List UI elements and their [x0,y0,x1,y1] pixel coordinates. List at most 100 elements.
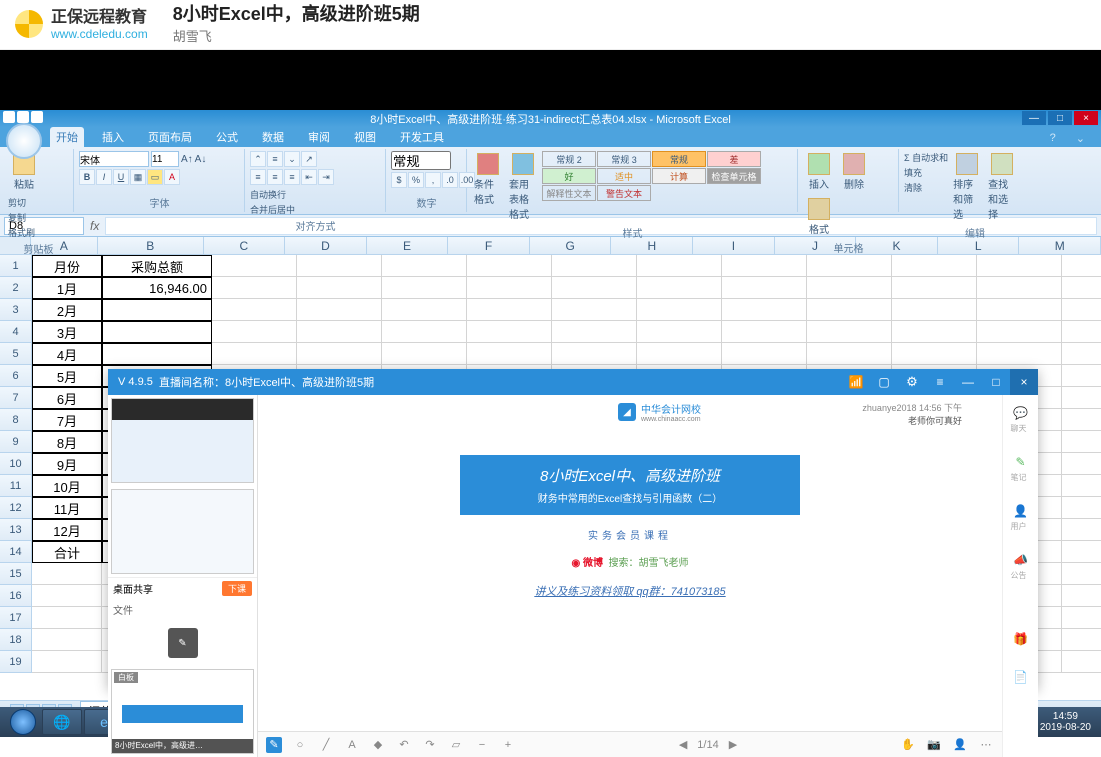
font-size-input[interactable] [151,151,179,167]
cell[interactable] [637,255,722,277]
currency-icon[interactable]: $ [391,172,407,188]
cell[interactable] [1062,387,1101,409]
row-header[interactable]: 17 [0,607,32,629]
doc-icon[interactable]: 📄 [1011,667,1031,687]
cell[interactable] [552,277,637,299]
number-format-select[interactable] [391,151,451,170]
cell[interactable] [722,277,807,299]
cell[interactable]: 7月 [32,409,102,431]
cell[interactable]: 5月 [32,365,102,387]
align-right-icon[interactable]: ≡ [284,169,300,185]
cell[interactable] [552,255,637,277]
cell[interactable] [807,299,892,321]
cell[interactable] [637,277,722,299]
cell[interactable] [1062,255,1101,277]
presentation-icon[interactable]: ▢ [870,369,898,395]
cell[interactable] [297,343,382,365]
cell[interactable] [722,299,807,321]
cell[interactable] [722,321,807,343]
invite-icon[interactable]: 👤 [952,737,968,753]
cell[interactable] [32,563,102,585]
minimize-button[interactable]: — [1022,111,1046,125]
text-tool-icon[interactable]: A [344,737,360,753]
cell[interactable] [1062,299,1101,321]
cell[interactable] [1062,651,1101,673]
note-icon[interactable]: ✎ [1011,452,1031,472]
hand-tool-icon[interactable]: ✋ [900,737,916,753]
cell[interactable] [32,651,102,673]
cell[interactable] [1062,585,1101,607]
cell[interactable] [297,321,382,343]
indent-dec-icon[interactable]: ⇤ [301,169,317,185]
cell[interactable] [977,255,1062,277]
underline-button[interactable]: U [113,169,129,185]
cell[interactable] [1062,365,1101,387]
cell[interactable] [212,321,297,343]
chat-icon[interactable]: 💬 [1011,403,1031,423]
gift-icon[interactable]: 🎁 [1011,629,1031,649]
cell[interactable] [1062,519,1101,541]
cell[interactable]: 11月 [32,497,102,519]
cell[interactable] [1062,453,1101,475]
cell[interactable] [1062,277,1101,299]
row-header[interactable]: 15 [0,563,32,585]
cell[interactable] [212,343,297,365]
cell[interactable] [212,277,297,299]
maximize-button[interactable]: □ [1048,111,1072,125]
insert-cell-button[interactable]: 插入 [803,151,835,193]
cell[interactable] [807,277,892,299]
cell[interactable] [552,321,637,343]
cell[interactable] [722,343,807,365]
screen-thumbnail-3[interactable]: 白板 8小时Excel中，高级进… [111,669,254,754]
excel-titlebar[interactable]: 8小时Excel中、高级进阶班·练习31-indirect汇总表04.xlsx … [0,110,1101,127]
cell[interactable]: 采购总额 [102,255,212,277]
cell[interactable]: 10月 [32,475,102,497]
cell[interactable]: 8月 [32,431,102,453]
align-bot-icon[interactable]: ⌄ [284,151,300,167]
cell[interactable]: 16,946.00 [102,277,212,299]
sort-button[interactable]: 排序和筛选 [951,151,983,223]
format-cell-button[interactable]: 格式 [803,196,835,238]
tab-formula[interactable]: 公式 [210,127,244,147]
row-header[interactable]: 7 [0,387,32,409]
row-header[interactable]: 11 [0,475,32,497]
col-header-d[interactable]: D [285,237,367,254]
maximize-icon[interactable]: □ [982,369,1010,395]
cell[interactable] [1062,541,1101,563]
cell[interactable] [102,321,212,343]
color-tool-icon[interactable]: ◆ [370,737,386,753]
menu-icon[interactable]: ≡ [926,369,954,395]
format-painter-button[interactable]: 格式刷 [8,226,35,239]
cell[interactable] [1062,629,1101,651]
screen-thumbnail-2[interactable] [111,489,254,574]
user-icon[interactable]: 👤 [1011,501,1031,521]
eraser-tool-icon[interactable]: ▱ [448,737,464,753]
cell[interactable] [1062,475,1101,497]
row-header[interactable]: 19 [0,651,32,673]
percent-icon[interactable]: % [408,172,424,188]
font-color-button[interactable]: A [164,169,180,185]
italic-button[interactable]: I [96,169,112,185]
col-header-e[interactable]: E [367,237,449,254]
close-icon[interactable]: × [1010,369,1038,395]
cell[interactable] [467,299,552,321]
zoomin-icon[interactable]: + [500,737,516,753]
align-center-icon[interactable]: ≡ [267,169,283,185]
tab-view[interactable]: 视图 [348,127,382,147]
cell[interactable] [807,321,892,343]
cell[interactable] [32,607,102,629]
inc-dec-icon[interactable]: .0 [442,172,458,188]
increase-font-icon[interactable]: A↑ [181,154,193,165]
row-header[interactable]: 1 [0,255,32,277]
cell[interactable]: 4月 [32,343,102,365]
cell[interactable] [637,299,722,321]
taskbar-item-browser1[interactable]: 🌐 [42,709,82,735]
screen-thumbnail-1[interactable] [111,398,254,483]
delete-cell-button[interactable]: 删除 [838,151,870,193]
row-header[interactable]: 6 [0,365,32,387]
cond-format-button[interactable]: 条件格式 [472,151,504,208]
row-header[interactable]: 13 [0,519,32,541]
cell[interactable]: 1月 [32,277,102,299]
cell[interactable] [807,255,892,277]
cell[interactable] [467,343,552,365]
